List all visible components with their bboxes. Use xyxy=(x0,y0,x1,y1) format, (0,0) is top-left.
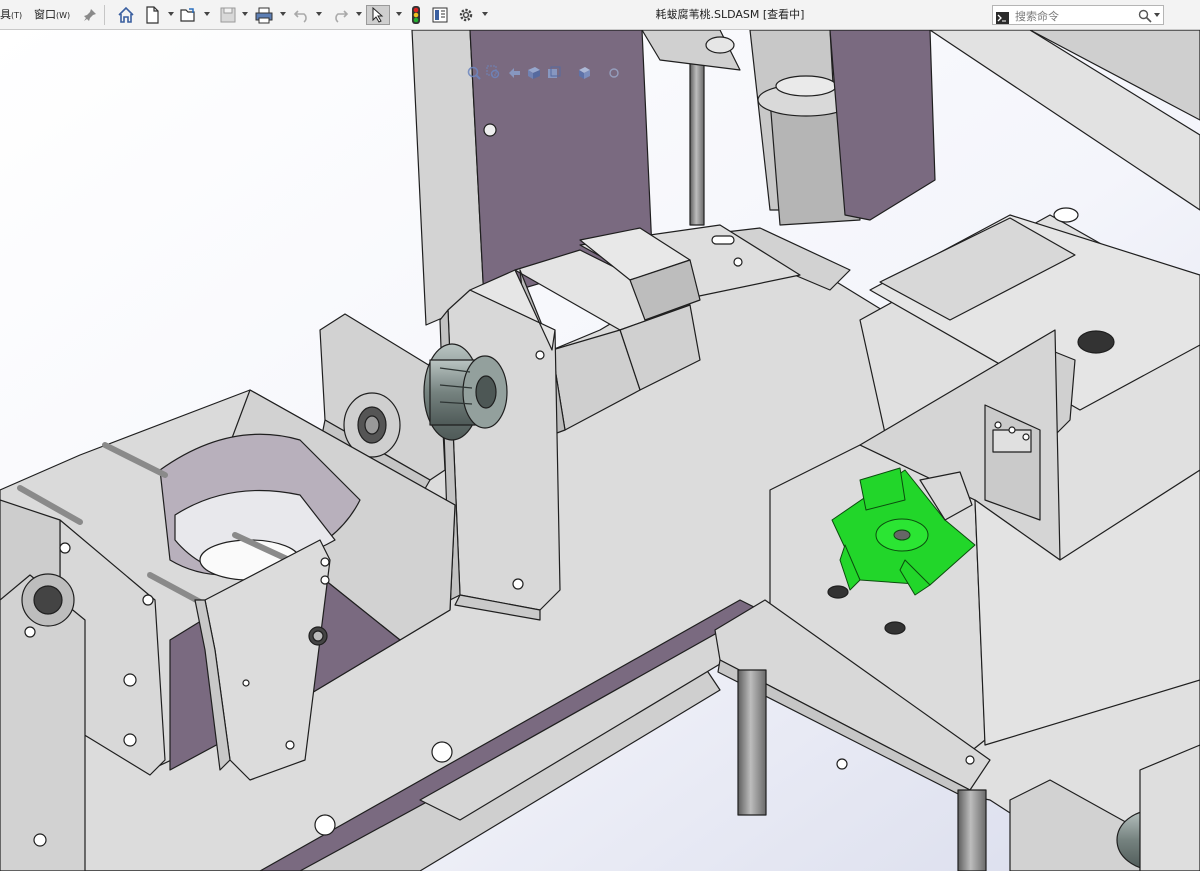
save-icon[interactable] xyxy=(218,5,238,25)
open-file-dropdown[interactable] xyxy=(204,12,210,16)
select-dropdown[interactable] xyxy=(396,12,402,16)
undo-dropdown[interactable] xyxy=(316,12,322,16)
open-file-icon[interactable] xyxy=(178,5,198,25)
display-style-icon[interactable] xyxy=(575,64,593,82)
new-file-dropdown[interactable] xyxy=(168,12,174,16)
heads-up-view-toolbar xyxy=(465,64,623,86)
save-dropdown[interactable] xyxy=(242,12,248,16)
search-icon[interactable] xyxy=(1138,8,1152,27)
menu-window-label: 窗口 xyxy=(34,8,56,21)
file-props-icon[interactable] xyxy=(430,5,450,25)
search-commands-input[interactable] xyxy=(1013,7,1137,25)
print-icon[interactable] xyxy=(254,5,274,25)
toolbar-separator xyxy=(104,5,105,25)
window-title: 耗蛂腐苇桃.SLDASM [查看中] xyxy=(655,8,805,21)
home-icon[interactable] xyxy=(116,5,136,25)
menu-window-key: (W) xyxy=(56,11,71,20)
pin-icon[interactable] xyxy=(80,5,100,25)
zoom-to-fit-icon[interactable] xyxy=(465,64,483,82)
assembly-model-view xyxy=(0,30,1200,871)
options-dropdown[interactable] xyxy=(482,12,488,16)
search-dropdown[interactable] xyxy=(1154,13,1160,17)
select-arrow-icon[interactable] xyxy=(366,5,390,25)
menu-tools-label: 具 xyxy=(0,8,11,21)
search-commands-box[interactable] xyxy=(992,5,1164,25)
view-orientation-icon[interactable] xyxy=(545,64,563,82)
section-view-icon[interactable] xyxy=(525,64,543,82)
undo-icon[interactable] xyxy=(292,5,312,25)
previous-view-icon[interactable] xyxy=(505,64,523,82)
new-file-icon[interactable] xyxy=(142,5,162,25)
redo-dropdown[interactable] xyxy=(356,12,362,16)
graphics-area[interactable] xyxy=(0,30,1200,871)
options-gear-icon[interactable] xyxy=(456,5,476,25)
redo-icon[interactable] xyxy=(330,5,350,25)
menu-window[interactable]: 窗口(W) xyxy=(34,0,70,30)
menu-tools-key: (T) xyxy=(11,11,23,20)
hide-show-items-icon[interactable] xyxy=(605,64,623,82)
menu-tools[interactable]: 具(T) xyxy=(0,0,22,30)
command-prompt-icon xyxy=(996,9,1009,28)
rebuild-light-icon[interactable] xyxy=(406,5,426,25)
print-dropdown[interactable] xyxy=(280,12,286,16)
top-toolbar: 具(T) 窗口(W) 耗蛂腐苇桃.SLDASM [查看中] 搜索命令 xyxy=(0,0,1200,30)
zoom-area-icon[interactable] xyxy=(485,64,503,82)
